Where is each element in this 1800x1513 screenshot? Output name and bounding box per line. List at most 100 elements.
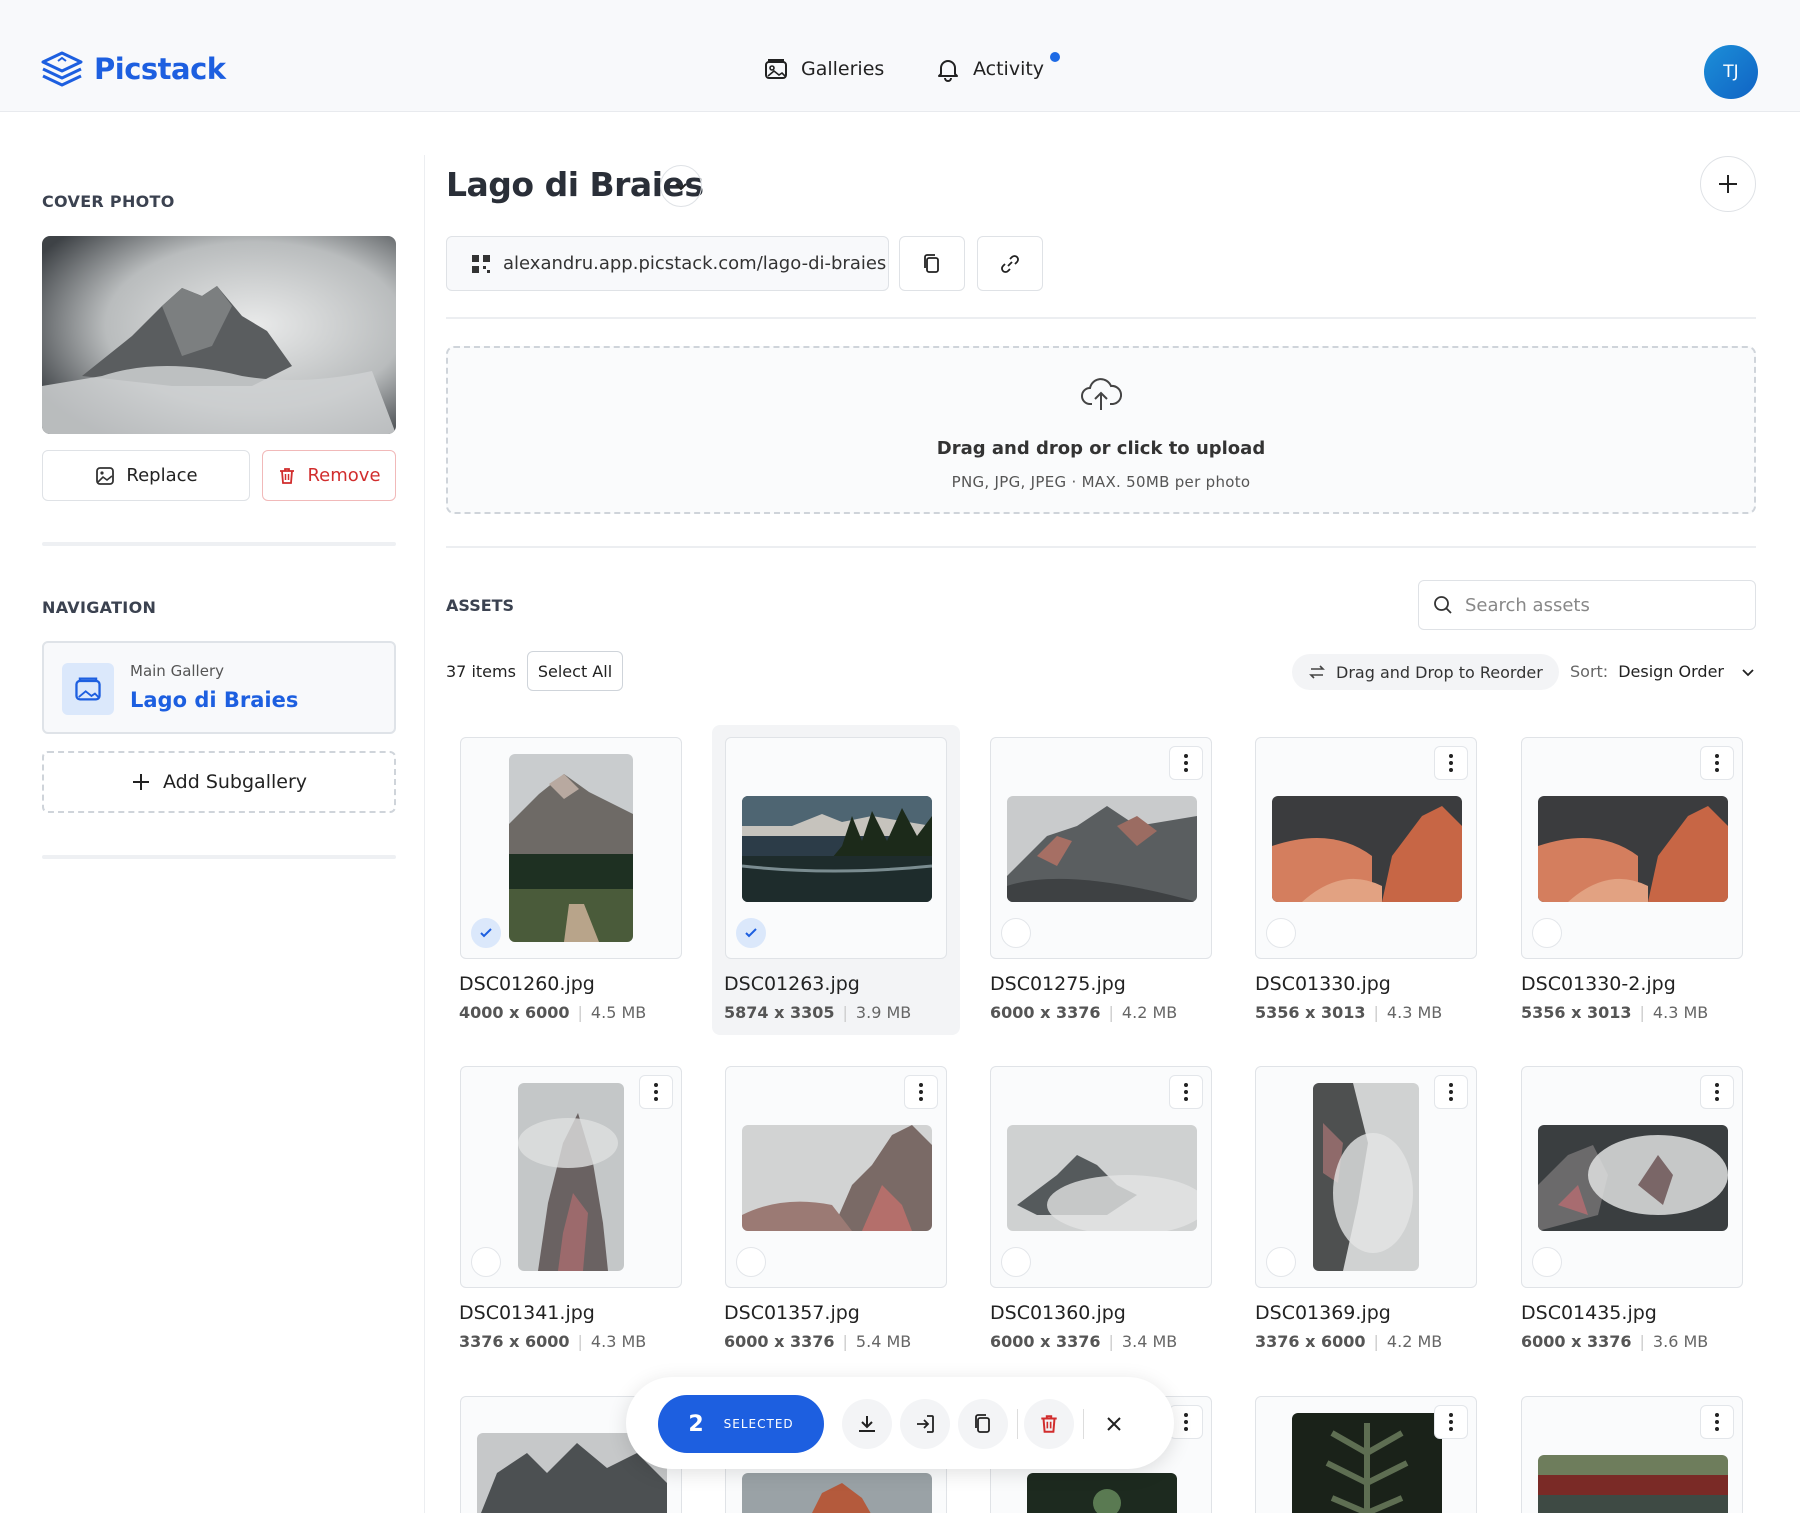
delete-button[interactable] xyxy=(1024,1399,1074,1449)
asset-name: DSC01260.jpg xyxy=(459,973,595,995)
select-checkbox[interactable] xyxy=(471,1247,501,1277)
remove-button[interactable]: Remove xyxy=(262,450,396,501)
duplicate-button[interactable] xyxy=(958,1399,1008,1449)
asset-meta: 4000 x 6000 | 4.5 MB xyxy=(459,1003,647,1022)
selection-action-bar: 2 SELECTED xyxy=(626,1377,1174,1469)
asset-name: DSC01263.jpg xyxy=(724,973,860,995)
gallery-url-field[interactable]: alexandru.app.picstack.com/lago-di-braie… xyxy=(446,236,889,291)
nav-card-title: Lago di Braies xyxy=(130,688,299,712)
replace-button[interactable]: Replace xyxy=(42,450,250,501)
select-checkbox[interactable] xyxy=(736,918,766,948)
more-options-button[interactable] xyxy=(1434,1405,1468,1439)
copy-url-button[interactable] xyxy=(899,236,965,291)
asset-tile[interactable] xyxy=(460,1066,682,1288)
asset-thumbnail xyxy=(1027,1473,1177,1513)
asset-dims: 6000 x 3376 xyxy=(1521,1332,1632,1351)
asset-meta: 5356 x 3013 | 4.3 MB xyxy=(1521,1003,1709,1022)
asset-thumbnail xyxy=(509,754,633,942)
select-checkbox[interactable] xyxy=(1266,1247,1296,1277)
asset-size: 5.4 MB xyxy=(855,1332,912,1351)
reorder-label: Drag and Drop to Reorder xyxy=(1336,662,1543,682)
nav-activity[interactable]: Activity xyxy=(935,52,1061,82)
sort-dropdown[interactable]: Sort: Design Order xyxy=(1570,662,1756,681)
asset-name: DSC01330-2.jpg xyxy=(1521,973,1676,995)
asset-tile[interactable] xyxy=(1255,1066,1477,1288)
add-button[interactable] xyxy=(1700,156,1756,212)
user-avatar[interactable]: TJ xyxy=(1704,45,1758,99)
more-options-button[interactable] xyxy=(1169,1405,1203,1439)
cover-photo-image xyxy=(42,236,396,434)
more-options-button[interactable] xyxy=(1169,746,1203,780)
top-bar: Picstack Galleries Activity TJ xyxy=(0,0,1800,112)
asset-thumbnail xyxy=(1313,1083,1419,1271)
select-checkbox[interactable] xyxy=(1266,918,1296,948)
select-checkbox[interactable] xyxy=(1532,918,1562,948)
select-checkbox[interactable] xyxy=(1001,1247,1031,1277)
asset-thumbnail xyxy=(742,796,932,902)
more-options-button[interactable] xyxy=(904,1075,938,1109)
close-icon xyxy=(1107,1417,1121,1431)
upload-dropzone[interactable]: Drag and drop or click to upload PNG, JP… xyxy=(446,346,1756,514)
select-checkbox[interactable] xyxy=(471,918,501,948)
asset-meta: 6000 x 3376 | 3.6 MB xyxy=(1521,1332,1709,1351)
clear-selection-button[interactable] xyxy=(1089,1399,1139,1449)
item-count: 37 items xyxy=(446,662,516,681)
search-assets-input[interactable]: Search assets xyxy=(1418,580,1756,630)
move-button[interactable] xyxy=(900,1399,950,1449)
asset-tile[interactable] xyxy=(1521,737,1743,959)
selected-count-pill[interactable]: 2 SELECTED xyxy=(658,1395,824,1453)
more-options-button[interactable] xyxy=(1434,746,1468,780)
gallery-url: alexandru.app.picstack.com/lago-di-braie… xyxy=(503,253,887,274)
brand-logo[interactable]: Picstack xyxy=(40,50,226,88)
sidebar-divider xyxy=(42,542,396,546)
asset-size: 4.2 MB xyxy=(1386,1332,1443,1351)
asset-name: DSC01435.jpg xyxy=(1521,1302,1657,1324)
more-options-button[interactable] xyxy=(639,1075,673,1109)
sidebar-border xyxy=(424,155,425,1513)
asset-tile[interactable] xyxy=(990,737,1212,959)
asset-dims: 4000 x 6000 xyxy=(459,1003,570,1022)
asset-tile[interactable] xyxy=(725,737,947,959)
asset-size: 4.3 MB xyxy=(590,1332,647,1351)
asset-meta: 6000 x 3376 | 3.4 MB xyxy=(990,1332,1178,1351)
brand-name: Picstack xyxy=(94,52,226,86)
asset-tile[interactable] xyxy=(990,1066,1212,1288)
select-all-button[interactable]: Select All xyxy=(527,651,623,691)
sort-label: Sort: xyxy=(1570,662,1609,681)
reorder-hint[interactable]: Drag and Drop to Reorder xyxy=(1292,654,1559,690)
download-button[interactable] xyxy=(842,1399,892,1449)
asset-tile[interactable] xyxy=(1255,1396,1477,1513)
more-options-button[interactable] xyxy=(1700,1075,1734,1109)
select-checkbox[interactable] xyxy=(736,1247,766,1277)
asset-name: DSC01275.jpg xyxy=(990,973,1126,995)
search-placeholder: Search assets xyxy=(1465,594,1590,616)
asset-dims: 3376 x 6000 xyxy=(1255,1332,1366,1351)
select-checkbox[interactable] xyxy=(1532,1247,1562,1277)
asset-thumbnail xyxy=(1292,1413,1442,1513)
asset-thumbnail xyxy=(518,1083,624,1271)
title-dropdown-button[interactable] xyxy=(660,165,702,207)
select-checkbox[interactable] xyxy=(1001,918,1031,948)
asset-thumbnail xyxy=(742,1473,932,1513)
asset-thumbnail xyxy=(1538,1455,1728,1513)
nav-galleries[interactable]: Galleries xyxy=(763,56,884,82)
sort-value: Design Order xyxy=(1618,662,1724,681)
asset-tile[interactable] xyxy=(1521,1396,1743,1513)
chevron-down-icon xyxy=(675,183,687,191)
open-link-button[interactable] xyxy=(977,236,1043,291)
asset-dims: 5356 x 3013 xyxy=(1255,1003,1366,1022)
more-options-button[interactable] xyxy=(1169,1075,1203,1109)
asset-tile[interactable] xyxy=(1255,737,1477,959)
more-options-button[interactable] xyxy=(1434,1075,1468,1109)
gallery-icon xyxy=(765,59,787,79)
asset-tile[interactable] xyxy=(725,1066,947,1288)
asset-tile[interactable] xyxy=(1521,1066,1743,1288)
more-options-button[interactable] xyxy=(1700,746,1734,780)
add-subgallery-button[interactable]: Add Subgallery xyxy=(42,751,396,813)
sidebar-divider-bottom xyxy=(42,855,396,859)
check-icon xyxy=(480,928,492,938)
asset-tile[interactable] xyxy=(460,737,682,959)
more-options-button[interactable] xyxy=(1700,1405,1734,1439)
nav-main-gallery[interactable]: Main Gallery Lago di Braies xyxy=(42,641,396,734)
nav-card-subtitle: Main Gallery xyxy=(130,662,224,680)
